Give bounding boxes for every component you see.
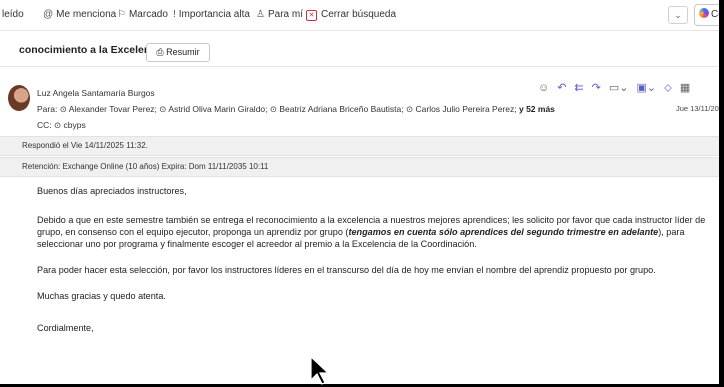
message-date: Jue 13/11/2025	[676, 104, 719, 113]
message-actions: ☺ ↶ ⇇ ↷ ▭⌄ ▣⌄ ⬦ ▦	[538, 81, 698, 95]
replied-info-bar: Respondió el Vie 14/11/2025 11:32.	[0, 136, 719, 156]
flag-icon: ⚐	[117, 9, 126, 20]
cc-recipient[interactable]: ⊙ cbyps	[54, 120, 86, 130]
filter-unread[interactable]: leído	[2, 9, 24, 20]
mouse-cursor-icon	[310, 356, 330, 385]
subject-row: conocimiento a la Excelencia ⎙ Resumir	[0, 31, 719, 67]
chevron-down-icon[interactable]: ⌄	[668, 6, 688, 24]
body-line: Debido a que en este semestre también se…	[37, 215, 706, 225]
forward-icon[interactable]: ↷	[592, 81, 601, 94]
recipient[interactable]: ⊙ Alexander Tovar Perez;	[60, 104, 157, 114]
close-search-button[interactable]: ✕ Cerrar búsqueda	[306, 9, 396, 21]
close-icon: ✕	[306, 10, 317, 21]
copilot-label: Co	[711, 9, 719, 20]
filter-flagged[interactable]: ⚐ Marcado	[117, 9, 168, 20]
importance-icon: !	[173, 9, 176, 20]
more-actions-icon[interactable]: ▦	[680, 81, 690, 94]
recipient[interactable]: ⊙ Beatriz Adriana Briceño Bautista;	[270, 104, 404, 114]
reply-icon[interactable]: ↶	[557, 81, 566, 94]
reply-all-icon[interactable]: ⇇	[574, 81, 583, 94]
body-paragraph: Para poder hacer esta selección, por fav…	[37, 265, 656, 275]
avatar[interactable]	[8, 85, 30, 111]
body-line: grupo, en consenso con el equipo ejecuto…	[37, 227, 685, 237]
more-recipients-link[interactable]: y 52 más	[519, 104, 555, 114]
closing: Cordialmente,	[37, 323, 94, 333]
body-line: seleccionar uno por programa y finalment…	[37, 239, 477, 249]
filter-mentions[interactable]: @ Me menciona	[43, 9, 116, 20]
filter-label: Marcado	[128, 9, 168, 20]
filter-label: Me menciona	[56, 9, 117, 20]
retention-info-bar: Retención: Exchange Online (10 años) Exp…	[0, 157, 719, 177]
cc-label: CC:	[37, 120, 52, 130]
mail-window: leído @ Me menciona ⚐ Marcado ! Importancia…	[0, 0, 719, 384]
body-paragraph: Muchas gracias y quedo atenta.	[37, 291, 166, 301]
summarize-button[interactable]: ⎙ Resumir	[146, 43, 210, 62]
filter-label: Importancia alta	[178, 9, 250, 20]
at-icon: @	[43, 9, 54, 20]
tag-icon[interactable]: ⬦	[664, 82, 672, 95]
emoji-icon[interactable]: ☺	[538, 82, 549, 94]
filter-label: Cerrar búsqueda	[321, 9, 397, 20]
message-header: Luz Angela Santamaría Burgos Para: ⊙ Ale…	[0, 67, 719, 131]
filter-label: leído	[2, 9, 24, 20]
sender-name[interactable]: Luz Angela Santamaría Burgos	[37, 88, 155, 98]
recipient[interactable]: ⊙ Astrid Oliva Marin Giraldo;	[159, 104, 267, 114]
filter-bar: leído @ Me menciona ⚐ Marcado ! Importancia…	[0, 0, 719, 31]
copilot-button[interactable]: Co	[694, 4, 719, 26]
onenote-icon[interactable]: ▣⌄	[637, 81, 657, 94]
replied-text: Respondió el Vie 14/11/2025 11:32.	[22, 141, 148, 150]
copilot-icon	[699, 8, 709, 18]
recipient[interactable]: ⊙ Carlos Julio Pereira Perez;	[406, 104, 517, 114]
filter-high-importance[interactable]: ! Importancia alta	[173, 9, 250, 20]
message-body: Buenos días apreciados instructores, Deb…	[37, 185, 719, 334]
summarize-icon: ⎙	[156, 47, 164, 57]
email-subject: conocimiento a la Excelencia	[19, 44, 165, 56]
to-label: Para:	[37, 104, 58, 114]
filter-to-me[interactable]: ♙ Para mí	[256, 9, 303, 20]
retention-text: Retención: Exchange Online (10 años) Exp…	[22, 162, 269, 171]
filter-label: Para mí	[267, 9, 303, 20]
summarize-label: Resumir	[166, 47, 200, 57]
cc-line: CC: ⊙ cbyps	[37, 120, 86, 131]
teams-share-icon[interactable]: ▭⌄	[609, 81, 629, 94]
person-icon: ♙	[256, 9, 265, 20]
to-line: Para: ⊙ Alexander Tovar Perez; ⊙ Astrid …	[37, 104, 555, 115]
greeting: Buenos días apreciados instructores,	[37, 186, 187, 196]
